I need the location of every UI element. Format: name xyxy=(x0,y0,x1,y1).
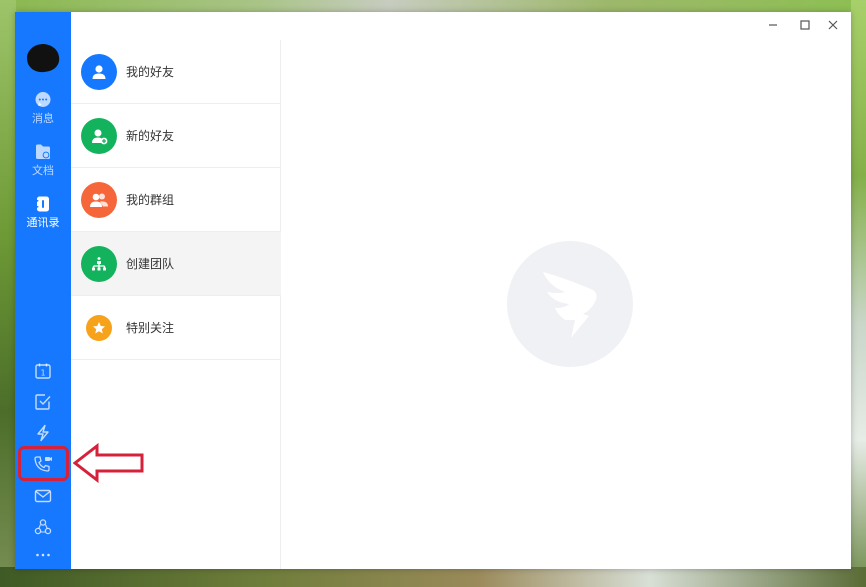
desktop-wallpaper-top xyxy=(0,0,866,12)
nav-documents[interactable]: 文档 xyxy=(15,142,71,188)
nav-messages[interactable]: 消息 xyxy=(15,90,71,136)
list-item-label: 特别关注 xyxy=(126,321,175,335)
highlight-box xyxy=(18,446,69,481)
star-icon xyxy=(86,314,112,341)
document-icon xyxy=(33,142,53,162)
nav-label: 消息 xyxy=(32,112,54,125)
app-window: 消息 文档 通讯录 1 我的好友 新的好友 我的群组 创建团队 特别关注 xyxy=(15,12,851,569)
calendar-icon[interactable]: 1 xyxy=(32,360,54,382)
calendar-day: 1 xyxy=(40,369,45,378)
list-item-new-friends[interactable]: 新的好友 xyxy=(71,104,281,168)
todo-check-icon[interactable] xyxy=(32,391,54,413)
list-item-label: 新的好友 xyxy=(126,129,175,143)
contacts-icon xyxy=(33,194,53,214)
message-icon xyxy=(33,90,53,110)
sidebar: 消息 文档 通讯录 1 xyxy=(15,12,71,569)
mail-icon[interactable] xyxy=(32,485,54,507)
contacts-list: 我的好友 新的好友 我的群组 创建团队 特别关注 xyxy=(71,40,281,569)
list-item-my-groups[interactable]: 我的群组 xyxy=(71,168,281,232)
list-item-create-team[interactable]: 创建团队 xyxy=(71,232,281,296)
lightning-icon[interactable] xyxy=(32,422,54,444)
person-icon xyxy=(81,53,117,90)
left-arrow-icon xyxy=(73,443,144,483)
desktop-wallpaper-left xyxy=(0,0,16,587)
org-chart-icon xyxy=(81,245,117,282)
desktop-wallpaper-right xyxy=(851,0,866,587)
list-item-label: 我的群组 xyxy=(126,193,175,207)
group-icon xyxy=(81,181,117,218)
close-icon[interactable] xyxy=(826,18,840,32)
more-dots-icon[interactable] xyxy=(15,548,71,562)
desktop-wallpaper-bottom xyxy=(0,567,866,587)
maximize-icon[interactable] xyxy=(798,18,812,32)
list-item-my-friends[interactable]: 我的好友 xyxy=(71,40,281,104)
nav-contacts[interactable]: 通讯录 xyxy=(15,194,71,240)
nav-label: 通讯录 xyxy=(26,216,60,229)
avatar[interactable] xyxy=(25,41,61,75)
list-item-label: 创建团队 xyxy=(126,257,175,271)
dingtalk-logo-icon xyxy=(507,241,633,367)
add-person-icon xyxy=(81,117,117,154)
nav-label: 文档 xyxy=(32,164,54,177)
list-item-special-follow[interactable]: 特别关注 xyxy=(71,296,281,360)
workplace-icon[interactable] xyxy=(32,516,54,538)
minimize-icon[interactable] xyxy=(766,18,780,32)
list-item-label: 我的好友 xyxy=(126,65,175,79)
